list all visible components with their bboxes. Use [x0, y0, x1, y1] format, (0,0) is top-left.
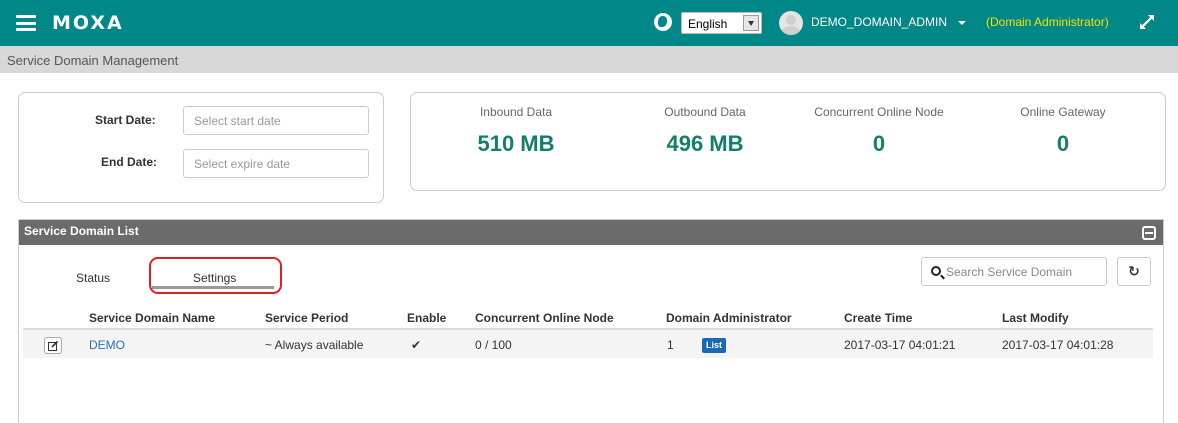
edit-icon [48, 340, 59, 351]
collapse-icon[interactable] [1142, 226, 1156, 240]
moxa-logo: MOXA [52, 12, 124, 34]
service-period: ~ Always available [265, 338, 364, 352]
stat-label: Outbound Data [664, 105, 746, 119]
search-icon [931, 266, 941, 276]
settings-tab-highlight [149, 257, 282, 294]
language-value: English [688, 17, 728, 31]
stat-value: 0 [1056, 131, 1070, 156]
table-row [23, 330, 1153, 358]
stat-value: 510 MB [477, 131, 555, 156]
hamburger-menu-icon[interactable] [16, 15, 36, 31]
breadcrumb: Service Domain Management [7, 53, 179, 68]
chevron-down-icon[interactable] [743, 15, 759, 31]
expand-icon[interactable] [1138, 13, 1156, 31]
column-header[interactable]: Enable [407, 311, 446, 325]
stat-label: Concurrent Online Node [814, 105, 944, 119]
end-date-label: End Date: [101, 155, 158, 169]
enabled-check-icon: ✔ [411, 338, 422, 352]
service-domain-list-panel: Service Domain List Status Settings ↻ Se… [18, 219, 1164, 423]
start-date-input[interactable] [183, 106, 369, 135]
breadcrumb-bar: Service Domain Management [0, 46, 1178, 73]
refresh-icon: ↻ [1128, 263, 1140, 279]
tab-status[interactable]: Status [76, 271, 110, 285]
edit-button[interactable] [44, 337, 62, 354]
domain-name-link[interactable]: DEMO [89, 338, 125, 352]
column-header[interactable]: Create Time [844, 311, 912, 325]
column-header[interactable]: Service Period [265, 311, 348, 325]
create-time: 2017-03-17 04:01:21 [844, 338, 956, 352]
avatar[interactable] [779, 11, 803, 35]
language-select[interactable]: English [681, 12, 762, 34]
stat-label: Online Gateway [1020, 105, 1106, 119]
column-header[interactable]: Domain Administrator [666, 311, 792, 325]
stat-value: 496 MB [666, 131, 744, 156]
search-box [921, 257, 1107, 286]
column-header[interactable]: Last Modify [1002, 311, 1069, 325]
globe-icon [654, 13, 672, 31]
user-menu[interactable]: DEMO_DOMAIN_ADMIN [811, 15, 947, 29]
panel-title: Service Domain List [24, 224, 139, 238]
online-node-count: 0 / 100 [475, 338, 512, 352]
panel-header: Service Domain List [19, 220, 1163, 245]
column-header[interactable]: Service Domain Name [89, 311, 215, 325]
admin-list-badge[interactable]: List [702, 338, 727, 353]
last-modify-time: 2017-03-17 04:01:28 [1002, 338, 1114, 352]
stat-value: 0 [872, 131, 886, 156]
start-date-label: Start Date: [95, 113, 156, 127]
stats-panel: Inbound Data 510 MB Outbound Data 496 MB… [410, 92, 1166, 191]
column-header[interactable]: Concurrent Online Node [475, 311, 614, 325]
user-role: (Domain Administrator) [986, 15, 1109, 29]
date-filter-panel: Start Date: End Date: [18, 92, 384, 203]
refresh-button[interactable]: ↻ [1117, 257, 1151, 286]
caret-down-icon[interactable] [958, 21, 966, 25]
search-input[interactable] [946, 258, 1104, 285]
end-date-input[interactable] [183, 149, 369, 178]
top-bar: MOXA English DEMO_DOMAIN_ADMIN (Domain A… [0, 0, 1178, 46]
admin-count: 1 [667, 338, 674, 352]
stat-label: Inbound Data [479, 105, 553, 119]
